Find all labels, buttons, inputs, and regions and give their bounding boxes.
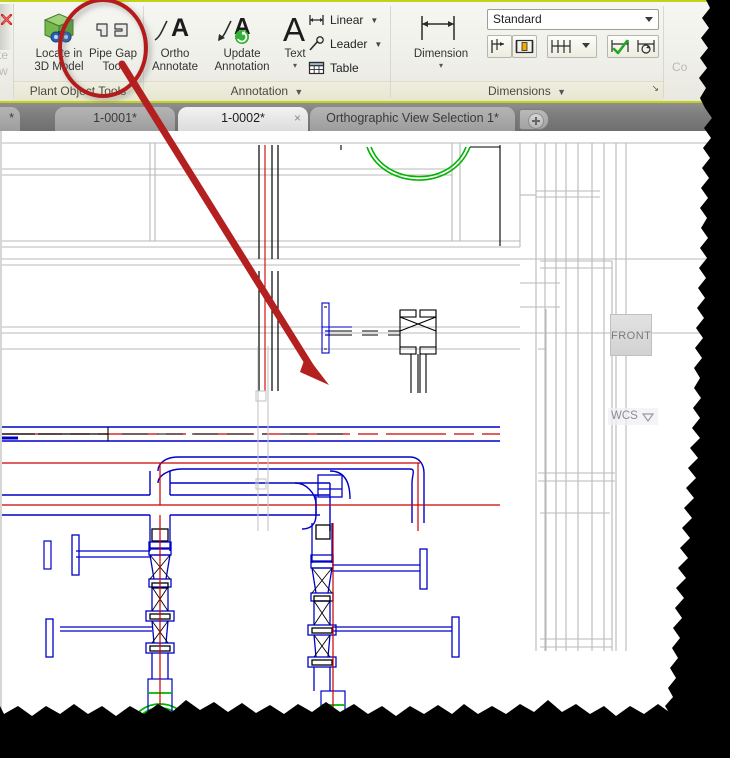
dimension-edit-text-icon <box>515 39 534 54</box>
dimension-style-value: Standard <box>493 12 542 26</box>
update-annotation-label-1: Update <box>223 48 261 60</box>
document-tab-1-0002-label: 1-0002* <box>221 111 265 125</box>
cut-label-line1: te <box>0 48 9 62</box>
panel-divider-0 <box>13 6 14 98</box>
upper-header-pipe <box>2 426 500 442</box>
orthographic-drawing <box>2 142 730 758</box>
locate-in-3d-model-label-2: 3D Model <box>34 61 84 73</box>
plus-icon <box>528 113 544 129</box>
table-grid-icon <box>308 60 325 76</box>
small-detail-2 <box>43 540 52 570</box>
pipe-gap-tool-label-1: Pipe Gap <box>89 48 137 60</box>
dimension-button[interactable]: Dimension ▾ <box>405 10 477 71</box>
table-label: Table <box>330 61 359 75</box>
dimension-edit-text-button[interactable] <box>512 35 537 58</box>
document-tab-orthographic-view-selection[interactable]: Orthographic View Selection 1* <box>310 107 515 131</box>
cut-label-right: Co <box>672 60 688 74</box>
panel-title-annotation[interactable]: Annotation ▼ <box>144 81 390 101</box>
structure-lines <box>2 142 730 651</box>
leader-a-icon: A <box>144 10 206 46</box>
linear-dimension-button[interactable]: Linear ▼ <box>308 12 378 28</box>
document-tab-1-0001[interactable]: 1-0001* <box>55 107 175 131</box>
leader-button[interactable]: Leader ▼ <box>308 36 382 52</box>
chevron-down-icon[interactable]: ▼ <box>294 87 303 97</box>
dimension-icon <box>405 10 477 46</box>
panel-title-dimensions[interactable]: Dimensions ▼ ↘ <box>391 81 663 101</box>
document-tab-partial[interactable]: * <box>0 107 20 131</box>
wcs-label: WCS <box>611 410 638 422</box>
locate-in-3d-model-button[interactable]: Locate in 3D Model <box>28 10 90 74</box>
small-detail-1 <box>321 302 352 354</box>
ribbon-panel-plant-object-tools: Locate in 3D Model Pipe Gap Tool Plant O… <box>13 2 143 101</box>
svg-text:A: A <box>171 14 189 42</box>
panel-title-text-annotation: Annotation <box>230 84 289 98</box>
view-cube-label: FRONT <box>611 330 652 342</box>
pipe-gap-tool-button[interactable]: Pipe Gap Tool <box>82 10 144 74</box>
wcs-selector[interactable]: WCS <box>608 408 658 425</box>
dimension-break-icon <box>491 39 504 53</box>
left-pipe-train <box>45 515 193 758</box>
panel-title-text-plant-object-tools: Plant Object Tools <box>29 84 127 98</box>
dimension-label-1: Dimension <box>413 48 469 60</box>
pipe-gap-tool-label-2: Tool <box>102 61 124 73</box>
dimension-space-group <box>547 35 597 58</box>
dimensions-dialog-launcher[interactable]: ↘ <box>651 82 659 98</box>
panel-title-plant-object-tools[interactable]: Plant Object Tools <box>13 81 143 101</box>
dimension-break-button[interactable] <box>487 35 512 58</box>
pipe-elbows <box>2 456 425 531</box>
panel-content-dimensions: Dimension ▾ Standard <box>391 2 663 81</box>
dimension-check-icon <box>611 39 629 55</box>
close-icon[interactable] <box>1 14 12 25</box>
dimension-style-combo[interactable]: Standard <box>487 9 659 30</box>
update-annotation-label-2: Annotation <box>214 61 270 73</box>
ortho-annotate-label-2: Annotate <box>151 61 199 73</box>
application-window: te w <box>0 0 730 758</box>
view-cube[interactable]: FRONT <box>610 314 652 356</box>
chevron-down-icon[interactable]: ▼ <box>557 87 566 97</box>
ribbon-panel-annotation: A Ortho Annotate A Update Annotation A T… <box>144 2 390 101</box>
chevron-down-icon[interactable]: ▼ <box>370 16 378 25</box>
panel-divider-3 <box>663 6 664 98</box>
document-tab-orthographic-view-selection-label: Orthographic View Selection 1* <box>326 111 499 125</box>
locate-in-3d-model-label-1: Locate in <box>35 48 83 60</box>
panel-title-text-dimensions: Dimensions <box>488 84 551 98</box>
dimension-dropdown-caret[interactable]: ▾ <box>405 61 477 71</box>
document-tab-1-0001-label: 1-0001* <box>93 111 137 125</box>
ribbon: te w <box>0 0 730 103</box>
ortho-annotate-label-1: Ortho <box>160 48 190 60</box>
dimension-space-icon <box>551 40 571 53</box>
leader-label: Leader <box>330 37 368 51</box>
chevron-down-icon[interactable] <box>642 413 654 422</box>
chevron-down-icon[interactable] <box>582 43 590 48</box>
dimension-update-icon <box>637 40 655 54</box>
svg-text:A: A <box>283 11 305 46</box>
ribbon-left-stub <box>0 4 14 50</box>
new-tab-button[interactable] <box>519 109 549 130</box>
update-annotation-button[interactable]: A Update Annotation <box>204 10 280 74</box>
top-valve <box>399 309 437 393</box>
close-icon[interactable]: × <box>294 111 301 125</box>
drawing-canvas[interactable]: FRONT WCS <box>0 131 730 758</box>
ortho-annotate-button[interactable]: A Ortho Annotate <box>144 10 206 74</box>
pipe-centerlines <box>2 462 500 531</box>
dimension-validate-group <box>607 35 659 58</box>
pipe-gap-icon <box>82 10 144 46</box>
leader-a-refresh-icon: A <box>204 10 280 46</box>
leader-icon <box>308 36 325 52</box>
cube-binoculars-icon <box>28 10 90 46</box>
panel-content-annotation: A Ortho Annotate A Update Annotation A T… <box>144 2 390 81</box>
table-button[interactable]: Table <box>308 60 359 76</box>
linear-dimension-label: Linear <box>330 13 364 27</box>
ribbon-panel-dimensions: Dimension ▾ Standard Dimensions ▼ ↘ <box>391 2 663 101</box>
document-tab-1-0002[interactable]: 1-0002* × <box>178 107 308 131</box>
panel-content-plant-object-tools: Locate in 3D Model Pipe Gap Tool <box>13 2 143 81</box>
document-tab-bar: * 1-0001* 1-0002* × Orthographic View Se… <box>0 103 730 131</box>
chevron-down-icon[interactable]: ▼ <box>374 40 382 49</box>
linear-dimension-icon <box>308 12 325 28</box>
right-pump <box>300 690 366 758</box>
chevron-down-icon[interactable] <box>645 17 653 22</box>
right-pipe-train <box>300 523 460 758</box>
cut-label-line2: w <box>0 64 8 78</box>
document-tab-partial-label: * <box>9 111 14 125</box>
